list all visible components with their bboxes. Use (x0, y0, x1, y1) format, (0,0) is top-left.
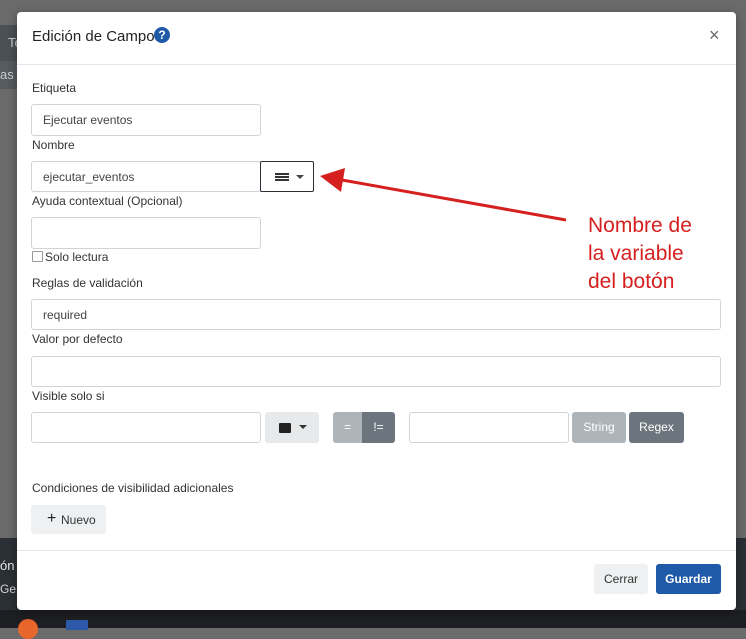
annotation-line-2: la variable (588, 242, 684, 265)
annotation-line-1: Nombre de (588, 214, 692, 237)
annotation-line-3: del botón (588, 270, 675, 293)
annotation-text: Nombre de la variable del botón (588, 212, 692, 296)
annotation-arrow (320, 168, 567, 222)
